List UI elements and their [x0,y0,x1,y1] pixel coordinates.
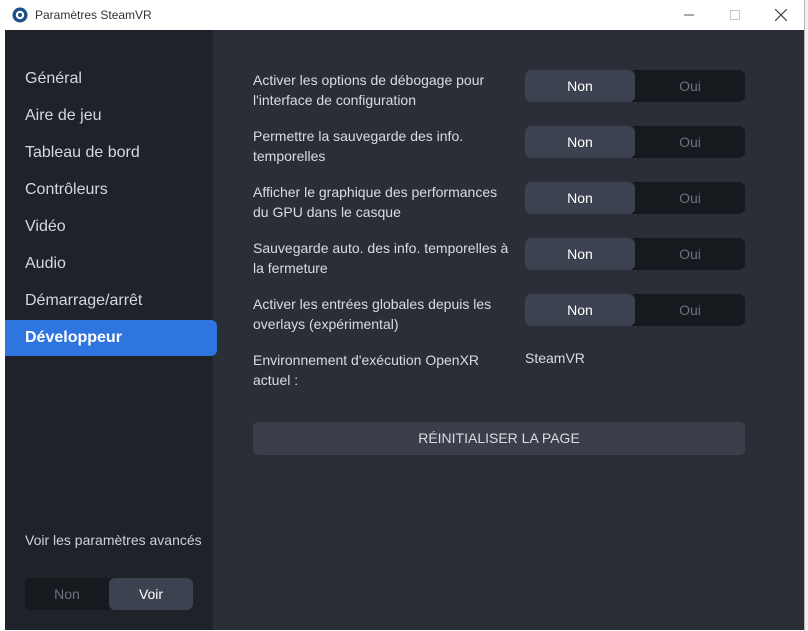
openxr-runtime-label: Environnement d'exécution OpenXR actuel … [253,352,480,388]
sidebar-item-video[interactable]: Vidéo [5,209,217,245]
sidebar-item-developer[interactable]: Développeur [5,320,217,356]
setting-label-global-input-overlays: Activer les entrées globales depuis les … [253,296,492,332]
toggle-auto-save-timing[interactable]: Non Oui [525,238,745,270]
option-no[interactable]: Non [525,182,635,214]
sidebar-item-label: Contrôleurs [25,181,108,198]
minimize-button[interactable] [666,0,712,30]
advanced-settings-label: Voir les paramètres avancés [25,532,202,548]
minimize-icon [684,14,694,16]
sidebar-item-play-area[interactable]: Aire de jeu [5,98,217,134]
option-no[interactable]: Non [525,294,635,326]
maximize-icon [730,10,740,20]
option-no[interactable]: Non [525,238,635,270]
sidebar-item-controllers[interactable]: Contrôleurs [5,172,217,208]
close-icon [775,9,787,21]
option-yes[interactable]: Oui [635,182,745,214]
option-no[interactable]: Non [525,126,635,158]
advanced-settings-toggle[interactable]: Non Voir [25,578,193,610]
advanced-option-no[interactable]: Non [25,578,109,610]
sidebar-item-label: Vidéo [25,218,66,235]
toggle-debug-options[interactable]: Non Oui [525,70,745,102]
toggle-global-input-overlays[interactable]: Non Oui [525,294,745,326]
steamvr-settings-window: Paramètres SteamVR Général Aire de jeu T… [0,0,805,631]
sidebar-item-audio[interactable]: Audio [5,246,217,282]
advanced-option-show[interactable]: Voir [109,578,193,610]
setting-label-save-timing: Permettre la sauvegarde des info. tempor… [253,128,464,164]
toggle-gpu-graph[interactable]: Non Oui [525,182,745,214]
reset-page-button[interactable]: RÉINITIALISER LA PAGE [253,422,745,455]
openxr-runtime-value: SteamVR [525,350,585,366]
option-yes[interactable]: Oui [635,294,745,326]
sidebar: Général Aire de jeu Tableau de bord Cont… [5,30,217,630]
sidebar-item-general[interactable]: Général [5,61,217,97]
setting-label-debug-options: Activer les options de débogage pour l'i… [253,72,485,108]
sidebar-item-label: Audio [25,255,66,272]
sidebar-item-label: Développeur [25,329,122,346]
settings-panel: Général Aire de jeu Tableau de bord Cont… [5,30,804,630]
option-yes[interactable]: Oui [635,238,745,270]
steamvr-logo-icon [12,7,28,23]
sidebar-item-startup-shutdown[interactable]: Démarrage/arrêt [5,283,217,319]
setting-label-gpu-graph: Afficher le graphique des performances d… [253,184,498,220]
title-bar[interactable]: Paramètres SteamVR [0,0,804,30]
sidebar-item-label: Tableau de bord [25,144,140,161]
window-title: Paramètres SteamVR [35,8,152,22]
sidebar-item-label: Démarrage/arrêt [25,292,143,309]
sidebar-item-label: Général [25,70,82,87]
option-yes[interactable]: Oui [635,70,745,102]
maximize-button[interactable] [712,0,758,30]
sidebar-item-label: Aire de jeu [25,107,102,124]
toggle-save-timing[interactable]: Non Oui [525,126,745,158]
setting-label-auto-save-timing: Sauvegarde auto. des info. temporelles à… [253,240,509,276]
option-no[interactable]: Non [525,70,635,102]
sidebar-item-dashboard[interactable]: Tableau de bord [5,135,217,171]
close-button[interactable] [758,0,804,30]
option-yes[interactable]: Oui [635,126,745,158]
